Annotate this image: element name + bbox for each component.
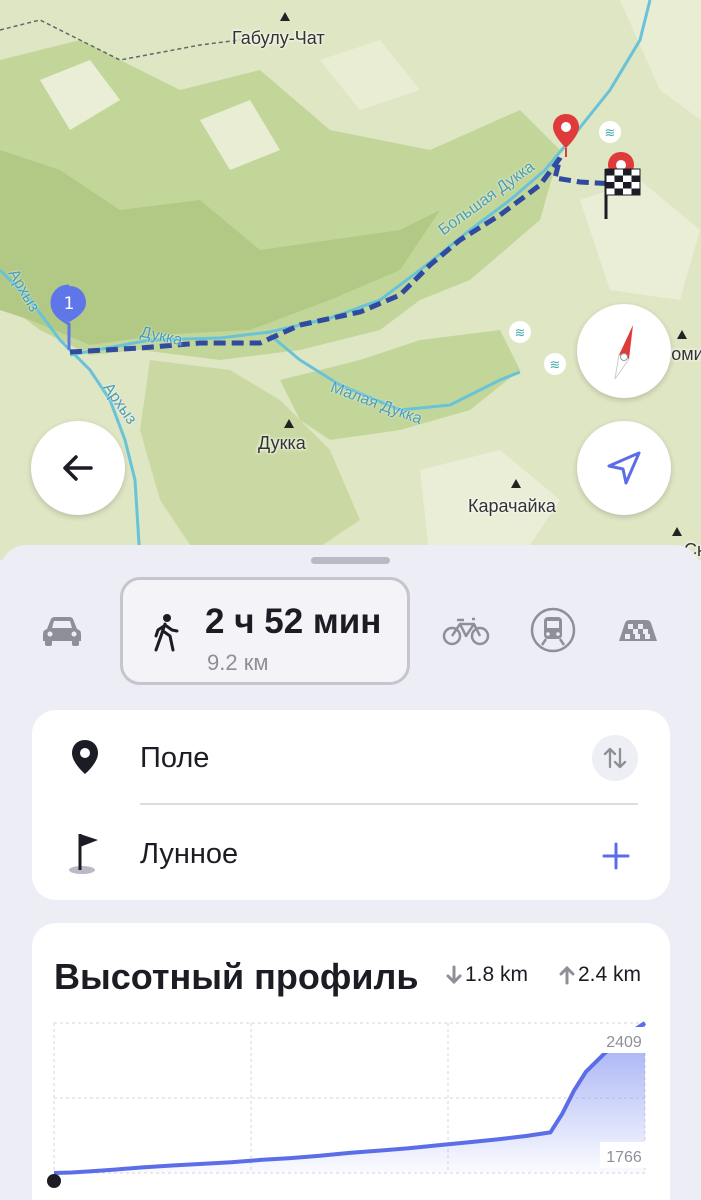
peak-icon: [677, 330, 687, 339]
locate-button[interactable]: [577, 421, 671, 515]
taxi-mode-button[interactable]: [614, 609, 662, 653]
svg-text:1: 1: [64, 294, 75, 314]
place-label: Габулу-Чат: [232, 28, 325, 48]
svg-text:≋: ≋: [515, 326, 526, 341]
car-mode-button[interactable]: [38, 607, 86, 655]
train-icon: [530, 607, 576, 653]
elevation-profile-card: Высотный профиль 1.8 km 2.4 km 2409 1766: [32, 923, 670, 1200]
peak-icon: [511, 479, 521, 488]
swap-vertical-icon: [603, 747, 627, 769]
navigation-arrow-icon: [607, 451, 641, 485]
route-distance: 9.2 км: [207, 650, 269, 675]
route-duration: 2 ч 52 мин: [205, 602, 382, 641]
max-elevation-label: 2409: [606, 1034, 642, 1051]
add-point-button[interactable]: [598, 838, 634, 874]
transit-mode-button[interactable]: [528, 605, 578, 655]
walk-mode-button[interactable]: 2 ч 52 мин 9.2 км: [120, 577, 410, 685]
start-marker[interactable]: 1: [50, 284, 90, 354]
compass-icon: [614, 325, 633, 380]
walking-person-icon: [154, 614, 179, 652]
location-pin-icon: [72, 740, 98, 774]
plus-icon: [602, 842, 630, 870]
svg-text:≋: ≋: [605, 126, 616, 141]
peak-icon: [280, 12, 290, 21]
bicycle-mode-button[interactable]: [440, 607, 492, 655]
flag-icon: [69, 834, 98, 874]
spring-icon: ≋: [509, 321, 531, 343]
car-icon: [43, 617, 81, 646]
sheet-handle[interactable]: [311, 557, 390, 564]
peak-icon: [284, 419, 294, 428]
destination-pin[interactable]: [551, 112, 581, 158]
start-point-label[interactable]: Поле: [140, 742, 209, 775]
spring-icon: ≋: [544, 353, 566, 375]
map-view[interactable]: Габулу-Чат Дукка Карачайка Роми Ск Дукка…: [0, 0, 701, 560]
arrow-left-icon: [63, 455, 93, 481]
back-button[interactable]: [31, 421, 125, 515]
place-label: Карачайка: [468, 496, 556, 516]
route-sheet: 2 ч 52 мин 9.2 км Поле Лунное Высотный п…: [0, 545, 701, 1200]
transport-modes: 2 ч 52 мин 9.2 км: [0, 577, 701, 687]
elevation-chart[interactable]: 2409 1766: [32, 923, 670, 1200]
checkered-flag-icon: [604, 168, 641, 219]
divider: [140, 803, 638, 805]
elevation-start-point: [47, 1174, 61, 1188]
place-label: Дукка: [258, 433, 306, 453]
peak-icon: [672, 527, 682, 536]
end-point-label[interactable]: Лунное: [140, 838, 238, 871]
svg-text:≋: ≋: [550, 358, 561, 373]
min-elevation-label: 1766: [606, 1149, 642, 1166]
swap-points-button[interactable]: [592, 735, 638, 781]
taxi-icon: [619, 620, 657, 641]
route-points-card: Поле Лунное: [32, 710, 670, 900]
bicycle-icon: [442, 617, 490, 646]
spring-icon: ≋: [599, 121, 621, 143]
compass-button[interactable]: [577, 304, 671, 398]
